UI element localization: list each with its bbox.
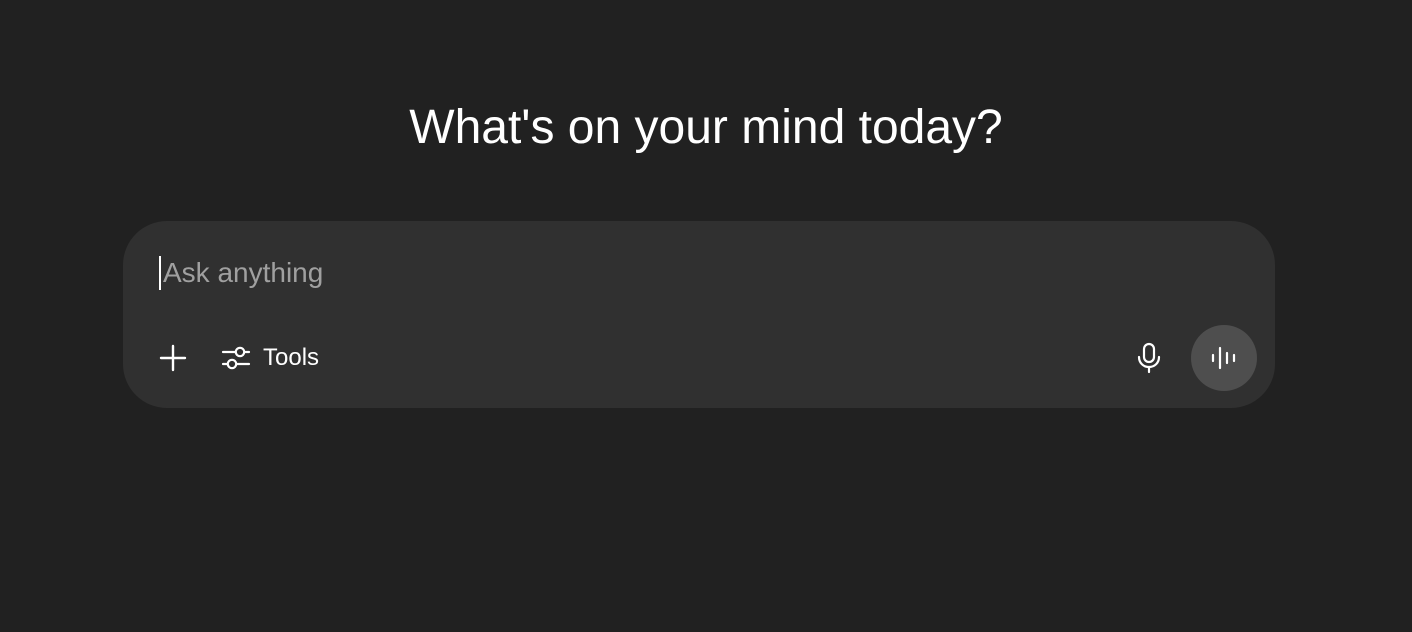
plus-icon <box>159 344 187 372</box>
prompt-input[interactable] <box>163 253 1239 293</box>
sliders-icon <box>221 346 251 370</box>
text-caret <box>159 256 161 290</box>
voice-mode-button[interactable] <box>1191 325 1257 391</box>
page-title: What's on your mind today? <box>409 101 1003 154</box>
tools-button[interactable]: Tools <box>217 338 323 378</box>
microphone-icon <box>1137 342 1161 374</box>
composer: Tools <box>123 221 1275 408</box>
tools-label: Tools <box>263 344 320 371</box>
composer-toolbar: Tools <box>153 325 1257 391</box>
voice-waveform-icon <box>1211 346 1236 370</box>
dictate-button[interactable] <box>1127 336 1171 380</box>
add-attachment-button[interactable] <box>153 338 193 378</box>
prompt-row <box>159 253 1239 293</box>
chat-home: What's on your mind today? Ask anything … <box>0 0 1412 632</box>
